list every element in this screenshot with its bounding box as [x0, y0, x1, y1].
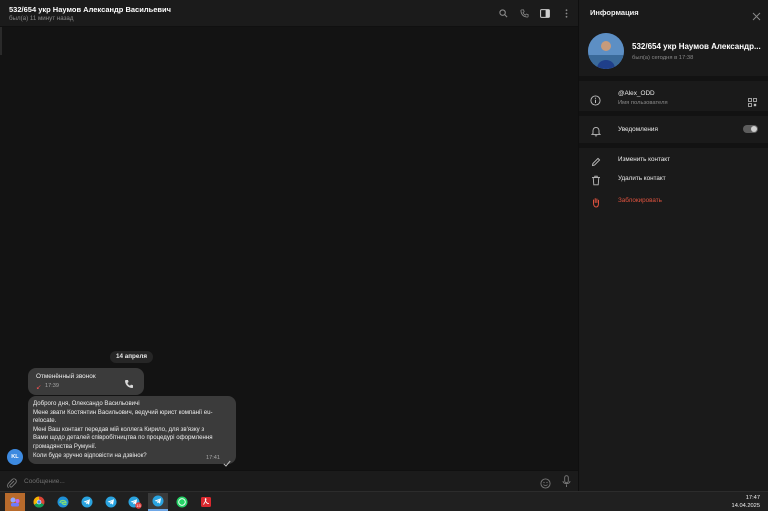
edit-contact-button[interactable]: Изменить контакт: [579, 151, 768, 169]
telegram-icon[interactable]: [77, 493, 97, 511]
pencil-icon: [591, 154, 601, 167]
message-time: 17:41: [206, 455, 220, 461]
phone-icon[interactable]: [518, 7, 530, 19]
block-contact-label: Заблокировать: [618, 197, 662, 204]
message-line: громадянства Румунії.: [33, 442, 97, 450]
bell-icon: [590, 124, 602, 137]
username-label: Имя пользователя: [618, 100, 668, 106]
chat-panel: 532/654 укр Наумов Александр Васильевич …: [0, 0, 578, 491]
scroll-indicator: [0, 27, 2, 55]
call-time: 17:39: [45, 383, 59, 389]
block-hand-icon: [591, 195, 601, 208]
block-contact-button[interactable]: Заблокировать: [579, 192, 768, 210]
message-text: Доброго дня, Олександо Васильовичі Мене …: [33, 400, 231, 460]
info-circle-icon: [590, 93, 601, 106]
chat-status: был(а) 11 минут назад: [9, 15, 74, 22]
message-line: Коли буде зручно відповісти на дзвінок?: [33, 451, 147, 459]
system-clock[interactable]: 17:47 14.04.2025: [732, 494, 760, 510]
clock-time: 17:47: [745, 495, 760, 501]
telegram-icon[interactable]: [101, 493, 121, 511]
taskbar: 15 17:47 14.04.2025: [0, 491, 768, 511]
notifications-label: Уведомления: [618, 126, 658, 133]
qr-code-icon[interactable]: [748, 94, 757, 107]
notifications-toggle[interactable]: [743, 125, 758, 133]
message-line: Мене звати Костянтин Васильович, ведучий…: [33, 408, 213, 416]
delete-contact-label: Удалить контакт: [618, 175, 666, 182]
telegram-icon[interactable]: [148, 493, 168, 511]
chrome-icon[interactable]: [29, 493, 49, 511]
attach-icon[interactable]: [7, 476, 17, 489]
message-line: Мені Ваш контакт передав мій коллега Кир…: [33, 425, 205, 433]
profile-photo[interactable]: [588, 33, 624, 69]
close-icon[interactable]: [752, 8, 761, 21]
message-bubble[interactable]: Доброго дня, Олександо Васильовичі Мене …: [28, 396, 236, 467]
search-icon[interactable]: [497, 7, 509, 19]
message-line: relocate.: [33, 417, 57, 425]
call-back-phone-icon[interactable]: [124, 376, 135, 388]
pdf-reader-icon[interactable]: [196, 493, 216, 511]
whatsapp-icon[interactable]: [172, 493, 192, 511]
divider: [579, 143, 768, 148]
message-input[interactable]: [24, 474, 504, 489]
sidebar-toggle-icon[interactable]: [539, 7, 551, 19]
chat-header[interactable]: 532/654 укр Наумов Александр Васильевич …: [0, 0, 578, 27]
chat-title[interactable]: 532/654 укр Наумов Александр Васильевич: [9, 5, 171, 14]
edge-icon[interactable]: [53, 493, 73, 511]
date-separator: 14 апреля: [110, 351, 154, 363]
divider: [579, 76, 768, 81]
message-line: Вами щодо деталей співробітництва по про…: [33, 434, 213, 442]
info-header: Информация: [579, 0, 768, 26]
edit-contact-label: Изменить контакт: [618, 156, 670, 163]
info-panel: Информация 532/654 укр Наумов Александр.…: [578, 0, 768, 491]
delete-contact-button[interactable]: Удалить контакт: [579, 170, 768, 188]
message-line: Доброго дня, Олександо Васильовичі: [33, 400, 140, 407]
sent-check-icon: [223, 454, 231, 467]
message-composer: [0, 470, 578, 491]
telegram-icon[interactable]: 15: [125, 493, 145, 511]
call-title: Отменённый звонок: [36, 373, 96, 380]
telegram-window: 532/654 укр Наумов Александр Васильевич …: [0, 0, 768, 491]
more-options-icon[interactable]: [560, 7, 572, 19]
info-title: Информация: [590, 8, 639, 17]
missed-call-message[interactable]: Отменённый звонок ↙ 17:39: [28, 368, 144, 395]
call-arrow-icon: ↙: [36, 384, 42, 391]
profile-name: 532/654 укр Наумов Александр...: [632, 42, 761, 51]
username[interactable]: @Alex_ODD: [618, 90, 655, 97]
profile-status: был(а) сегодня в 17:38: [632, 55, 694, 61]
microphone-icon[interactable]: [562, 475, 571, 488]
trash-icon: [591, 173, 601, 186]
chat-header-actions: [497, 7, 572, 19]
clock-date: 14.04.2025: [731, 503, 760, 509]
taskbar-app-icon[interactable]: [5, 493, 25, 511]
emoji-icon[interactable]: [540, 476, 551, 489]
sender-avatar[interactable]: KL: [7, 449, 23, 465]
notification-badge: 15: [136, 503, 141, 508]
divider: [579, 111, 768, 116]
